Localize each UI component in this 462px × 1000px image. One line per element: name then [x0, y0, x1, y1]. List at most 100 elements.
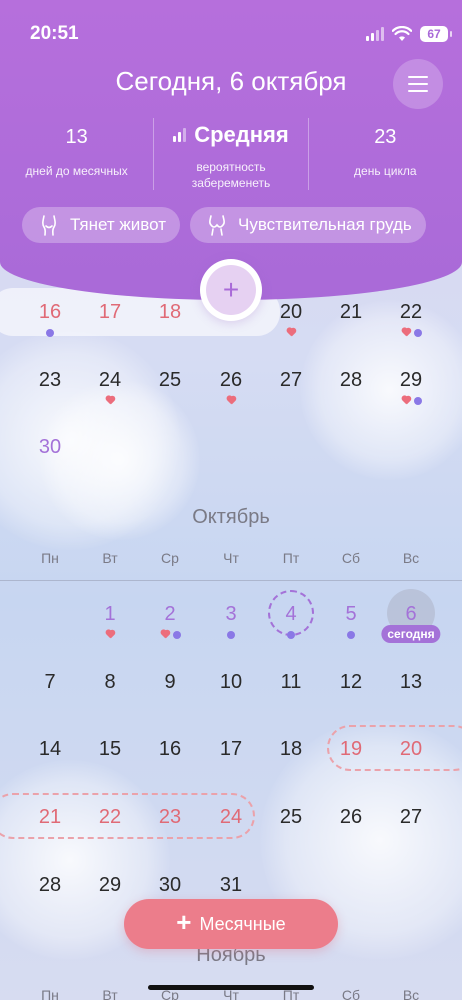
calendar-day[interactable]: 11: [263, 671, 319, 694]
stat-cycle-day[interactable]: 23 день цикла: [307, 118, 462, 190]
calendar-day[interactable]: 1: [82, 603, 138, 626]
calendar-day[interactable]: 9: [142, 671, 198, 694]
stat-days-to-period[interactable]: 13 дней до месячных: [0, 118, 153, 190]
calendar-day[interactable]: 31: [203, 874, 259, 897]
day-marks: [30, 328, 70, 338]
day-marks: [271, 630, 311, 640]
calendar-day[interactable]: 23: [142, 806, 198, 829]
calendar-day[interactable]: 6: [383, 603, 439, 626]
log-period-label: Месячные: [199, 913, 286, 934]
calendar-day[interactable]: 15: [82, 738, 138, 761]
calendar-day[interactable]: 24: [82, 369, 138, 392]
calendar-day[interactable]: 26: [323, 806, 379, 829]
calendar-day[interactable]: 30: [22, 436, 78, 459]
log-period-button[interactable]: + Месячные: [124, 899, 338, 949]
weekday-label: Вт: [102, 550, 118, 566]
weekday-label: Вс: [402, 987, 420, 1000]
dot-icon: [287, 631, 295, 639]
calendar-day[interactable]: 8: [82, 671, 138, 694]
hamburger-icon: [408, 76, 428, 91]
plus-icon: +: [176, 907, 192, 937]
symptom-chips: Тянет живот Чувствительная грудь: [22, 207, 442, 243]
calendar-day[interactable]: 17: [82, 301, 138, 324]
day-marks: [90, 630, 130, 640]
weekday-label: Чт: [223, 550, 239, 566]
symptom-chip[interactable]: Чувствительная грудь: [190, 207, 426, 243]
calendar-day[interactable]: 26: [203, 369, 259, 392]
calendar-day[interactable]: 19: [323, 738, 379, 761]
weekday-label: Пн: [41, 987, 59, 1000]
heart-icon: [226, 396, 236, 405]
calendar-day[interactable]: 21: [323, 301, 379, 324]
weekday-label: Ср: [161, 550, 179, 566]
heart-icon: [286, 328, 296, 337]
calendar-day[interactable]: 10: [203, 671, 259, 694]
day-marks: [391, 328, 431, 338]
menu-button[interactable]: [393, 59, 443, 109]
stat-label: забеременеть: [191, 176, 271, 190]
calendar-day[interactable]: 25: [263, 806, 319, 829]
calendar-day[interactable]: 17: [203, 738, 259, 761]
status-bar: 20:51 67: [30, 22, 452, 46]
calendar-day[interactable]: 4: [263, 603, 319, 626]
stat-label: вероятность: [196, 160, 266, 174]
day-marks: [90, 396, 130, 406]
stat-label: дней до месячных: [25, 164, 128, 178]
heart-icon: [401, 396, 411, 405]
calendar-day[interactable]: 28: [22, 874, 78, 897]
calendar-day[interactable]: 7: [22, 671, 78, 694]
calendar-day[interactable]: 28: [323, 369, 379, 392]
calendar-day[interactable]: 16: [22, 301, 78, 324]
calendar-day[interactable]: 29: [82, 874, 138, 897]
calendar-day[interactable]: 14: [22, 738, 78, 761]
stat-value: Средняя: [194, 122, 289, 147]
abdomen-icon: [42, 215, 56, 236]
calendar-day[interactable]: 21: [22, 806, 78, 829]
day-marks: [211, 396, 251, 406]
calendar-day[interactable]: 20: [383, 738, 439, 761]
calendar-day[interactable]: 16: [142, 738, 198, 761]
calendar-day[interactable]: 29: [383, 369, 439, 392]
symptom-chip[interactable]: Тянет живот: [22, 207, 180, 243]
calendar-day[interactable]: 30: [142, 874, 198, 897]
weekday-label: Вт: [102, 987, 118, 1000]
dot-icon: [413, 329, 422, 337]
divider: [0, 580, 462, 581]
calendar-day[interactable]: 27: [263, 369, 319, 392]
dot-icon: [227, 631, 235, 639]
chest-icon: [209, 215, 225, 236]
calendar-day[interactable]: 24: [203, 806, 259, 829]
heart-icon: [105, 396, 115, 405]
battery-icon: 67: [420, 26, 452, 42]
calendar-day[interactable]: 13: [383, 671, 439, 694]
calendar-day[interactable]: 2: [142, 603, 198, 626]
calendar-day[interactable]: 23: [22, 369, 78, 392]
dot-icon: [172, 631, 181, 639]
plus-icon: +: [206, 265, 256, 315]
status-time: 20:51: [30, 23, 79, 44]
calendar-day[interactable]: 22: [82, 806, 138, 829]
calendar-day[interactable]: 18: [142, 301, 198, 324]
month-title-october: Октябрь: [192, 506, 270, 528]
calendar-day[interactable]: 12: [323, 671, 379, 694]
heart-icon: [401, 328, 411, 337]
calendar-day[interactable]: 3: [203, 603, 259, 626]
weekday-label: Пт: [282, 550, 300, 566]
calendar-day[interactable]: 27: [383, 806, 439, 829]
probability-bars-icon: [173, 128, 187, 142]
stat-label: день цикла: [354, 164, 417, 178]
dot-icon: [46, 329, 54, 337]
today-badge: сегодня: [381, 625, 441, 643]
calendar-day[interactable]: 18: [263, 738, 319, 761]
add-note-button[interactable]: +: [200, 259, 262, 321]
weekday-label: Пн: [41, 550, 59, 566]
calendar-day[interactable]: 5: [323, 603, 379, 626]
calendar-day[interactable]: 25: [142, 369, 198, 392]
calendar-day[interactable]: 22: [383, 301, 439, 324]
cycle-stats: 13 дней до месячных Средняя вероятность …: [0, 118, 462, 190]
chip-label: Чувствительная грудь: [238, 215, 412, 234]
weekday-label: Сб: [341, 550, 361, 566]
stat-pregnancy-chance[interactable]: Средняя вероятность забеременеть: [153, 118, 307, 190]
heart-icon: [105, 630, 115, 639]
calendar-day[interactable]: 20: [263, 301, 319, 324]
